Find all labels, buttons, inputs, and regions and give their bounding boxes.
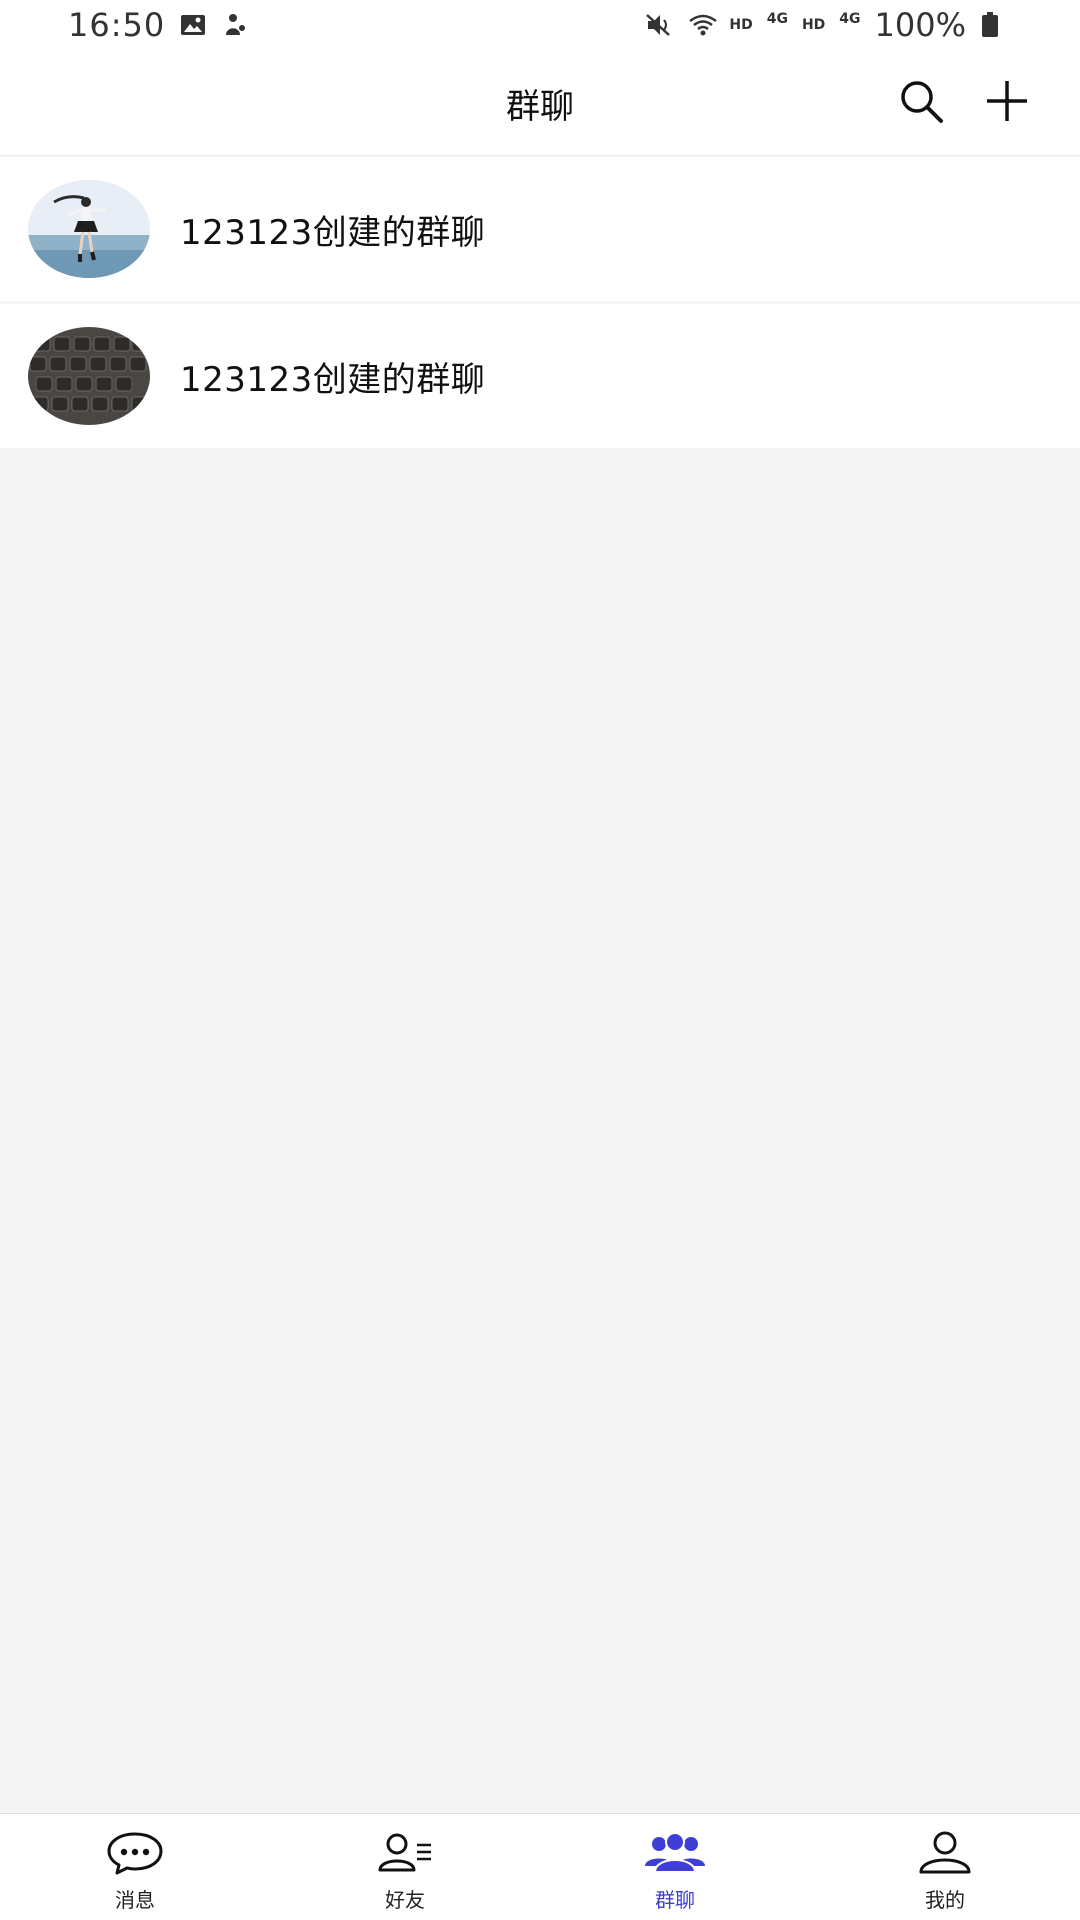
status-left: 16:50 xyxy=(68,6,249,44)
avatar xyxy=(28,327,150,425)
nav-item-friends[interactable]: 好友 xyxy=(270,1814,540,1920)
plus-icon xyxy=(983,77,1031,129)
network-label-2: HD xyxy=(801,17,826,33)
search-icon xyxy=(897,77,945,129)
chat-bubble-icon xyxy=(103,1828,167,1878)
battery-percent: 100% xyxy=(874,6,966,44)
screen: 16:50 HD 4G HD 4G 100% 群聊 123123创建的群聊 12… xyxy=(0,0,1080,1920)
nav-label: 好友 xyxy=(385,1888,425,1912)
status-time: 16:50 xyxy=(68,6,166,44)
nav-label: 消息 xyxy=(115,1888,155,1912)
group-name: 123123创建的群聊 xyxy=(180,359,486,400)
network-label-1: HD xyxy=(729,17,753,33)
group-list-item[interactable]: 123123创建的群聊 xyxy=(0,157,1080,301)
bottom-nav: 消息 好友 群聊 我的 xyxy=(0,1813,1080,1920)
add-group-button[interactable] xyxy=(978,74,1036,132)
status-bar: 16:50 HD 4G HD 4G 100% xyxy=(0,0,1080,50)
nav-label: 我的 xyxy=(925,1888,965,1912)
signal-label-1: 4G xyxy=(766,11,788,27)
image-icon xyxy=(179,11,207,39)
search-button[interactable] xyxy=(892,74,950,132)
signal-label-2: 4G xyxy=(839,11,861,27)
battery-icon xyxy=(980,11,1008,39)
group-list: 123123创建的群聊 123123创建的群聊 xyxy=(0,157,1080,448)
mute-icon xyxy=(645,11,673,39)
group-name: 123123创建的群聊 xyxy=(180,212,486,253)
friends-icon xyxy=(373,1828,437,1878)
status-right: HD 4G HD 4G 100% xyxy=(645,6,1008,44)
wifi-icon xyxy=(687,11,718,39)
nav-label: 群聊 xyxy=(655,1888,695,1912)
app-header: 群聊 xyxy=(0,50,1080,156)
nav-item-profile[interactable]: 我的 xyxy=(810,1814,1080,1920)
app-notification-icon xyxy=(221,11,249,39)
nav-item-messages[interactable]: 消息 xyxy=(0,1814,270,1920)
group-icon xyxy=(643,1828,707,1878)
group-list-item[interactable]: 123123创建的群聊 xyxy=(0,304,1080,448)
avatar xyxy=(28,180,150,278)
profile-icon xyxy=(913,1828,977,1878)
nav-item-groups[interactable]: 群聊 xyxy=(540,1814,810,1920)
